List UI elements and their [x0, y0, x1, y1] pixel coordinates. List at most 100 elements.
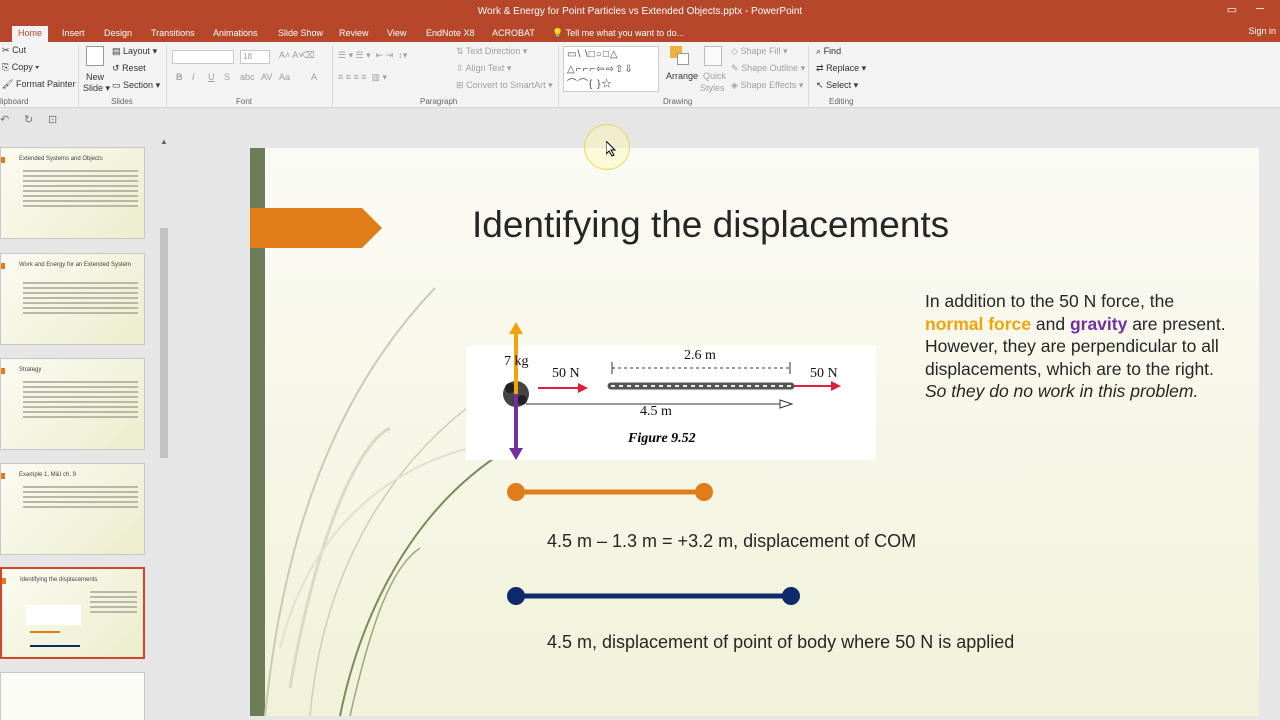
- start-slideshow-icon[interactable]: ⊡: [48, 113, 57, 126]
- figure-caption: Figure 9.52: [628, 431, 696, 446]
- font-color-icon[interactable]: A: [311, 72, 317, 82]
- divider: [808, 46, 809, 106]
- ribbon-display-icon[interactable]: ▭: [1222, 3, 1242, 19]
- font-size-combo[interactable]: 18: [240, 50, 270, 64]
- thumb-line-blue: [30, 645, 80, 647]
- thumbnail-scrollbar[interactable]: ▲: [158, 135, 170, 720]
- new-slide-label[interactable]: New: [86, 72, 104, 82]
- thumb-text-lines: [23, 170, 138, 210]
- slide-thumbnail[interactable]: Extended Systems and Objects: [0, 147, 145, 239]
- quick-styles-icon[interactable]: [704, 46, 722, 66]
- slide-canvas[interactable]: Identifying the displacements In additio…: [250, 148, 1259, 716]
- tab-home[interactable]: Home: [12, 26, 49, 42]
- tab-slide-show[interactable]: Slide Show: [272, 26, 329, 42]
- scroll-up-icon[interactable]: ▲: [160, 137, 168, 146]
- copy-label: Copy: [11, 62, 33, 72]
- align-icons[interactable]: ≡ ≡ ≡ ≡ ▥ ▾: [338, 72, 387, 83]
- thumb-accent: [1, 157, 5, 163]
- slide-thumbnail[interactable]: [0, 672, 145, 720]
- format-painter-button[interactable]: 🖌 Format Painter: [2, 79, 75, 90]
- thumb-title: Strategy: [19, 367, 42, 373]
- editing-group-label: Editing: [829, 97, 854, 106]
- arrange-label[interactable]: Arrange: [666, 71, 698, 81]
- section-label: Section: [123, 80, 154, 90]
- find-button[interactable]: ⌕ Find: [816, 46, 841, 57]
- tab-view[interactable]: View: [381, 26, 412, 42]
- bullets-icon[interactable]: ☰ ▾ ☰ ▾ ⇤ ⇥ ↕▾: [338, 50, 407, 61]
- slide-word: Slide: [83, 83, 104, 93]
- com-displacement-text[interactable]: 4.5 m – 1.3 m = +3.2 m, displacement of …: [547, 531, 916, 552]
- slide-title[interactable]: Identifying the displacements: [472, 204, 949, 246]
- thumb-title: Extended Systems and Objects: [19, 156, 103, 162]
- find-label: Find: [823, 46, 842, 56]
- tab-transitions[interactable]: Transitions: [145, 26, 201, 42]
- point-displacement-line[interactable]: [506, 585, 806, 607]
- cut-button[interactable]: ✂ Cut: [2, 45, 26, 56]
- divider: [332, 46, 333, 106]
- tab-insert[interactable]: Insert: [56, 26, 91, 42]
- force-left-label: 50 N: [552, 366, 580, 381]
- char-spacing-icon[interactable]: AV: [261, 72, 272, 82]
- italic-icon[interactable]: I: [192, 72, 195, 82]
- select-button[interactable]: ↖ Select ▾: [816, 80, 858, 91]
- new-slide-label-2[interactable]: Slide ▾: [83, 83, 110, 94]
- thumb-text-lines: [23, 381, 138, 421]
- shape-effects-button[interactable]: ◈ Shape Effects ▾: [731, 80, 803, 91]
- shadow-icon[interactable]: S: [224, 72, 230, 82]
- undo-icon[interactable]: ↶: [0, 113, 9, 126]
- reset-button[interactable]: ↺ Reset: [112, 63, 146, 74]
- tell-me-box[interactable]: 💡 Tell me what you want to do...: [546, 26, 690, 42]
- tab-review[interactable]: Review: [333, 26, 375, 42]
- convert-smartart-button[interactable]: ⊞ Convert to SmartArt ▾: [456, 80, 553, 91]
- section-button[interactable]: ▭ Section ▾: [112, 80, 160, 91]
- chain-length-label: 2.6 m: [684, 348, 716, 363]
- shape-outline-button[interactable]: ✎ Shape Outline ▾: [731, 63, 805, 74]
- slide-thumbnail-active[interactable]: Identifying the displacements: [0, 567, 145, 659]
- grow-font-icon[interactable]: A˄ A˅: [279, 50, 304, 60]
- font-name-combo[interactable]: [172, 50, 234, 64]
- mouse-cursor-icon: [606, 141, 617, 157]
- figure-9-52[interactable]: 7 kg 50 N 2.6 m 50 N 4.5 m Figure 9.52: [466, 346, 876, 460]
- lightbulb-icon: 💡: [552, 28, 564, 38]
- slide-body-text[interactable]: In addition to the 50 N force, the norma…: [925, 290, 1235, 403]
- layout-icon: ▤: [112, 46, 121, 56]
- reset-icon: ↺: [112, 63, 120, 73]
- text-direction-icon: ⇅: [456, 46, 464, 56]
- tab-acrobat[interactable]: ACROBAT: [486, 26, 541, 42]
- strikethrough-icon[interactable]: abc: [240, 72, 255, 82]
- tab-design[interactable]: Design: [98, 26, 138, 42]
- replace-button[interactable]: ⇄ Replace ▾: [816, 63, 866, 74]
- clear-format-icon[interactable]: ⌫: [302, 50, 315, 61]
- replace-label: Replace: [826, 63, 860, 73]
- scrollbar-thumb[interactable]: [160, 228, 168, 458]
- shape-fill-button[interactable]: ◇ Shape Fill ▾: [731, 46, 788, 57]
- format-painter-label: Format Painter: [15, 79, 76, 89]
- tab-animations[interactable]: Animations: [207, 26, 264, 42]
- new-slide-icon[interactable]: [86, 46, 104, 66]
- align-text-button[interactable]: ⇳ Align Text ▾: [456, 63, 511, 74]
- point-displacement-text[interactable]: 4.5 m, displacement of point of body whe…: [547, 632, 1014, 653]
- arrange-icon[interactable]: [670, 46, 690, 66]
- com-displacement-line[interactable]: [506, 481, 716, 503]
- tell-me-text: Tell me what you want to do...: [565, 28, 685, 38]
- redo-icon[interactable]: ↻: [24, 113, 33, 126]
- layout-button[interactable]: ▤ Layout ▾: [112, 46, 157, 57]
- styles-label[interactable]: Styles: [700, 83, 725, 93]
- slide-thumbnail[interactable]: Work and Energy for an Extended System: [0, 253, 145, 345]
- body-italic-text: So they do no work in this problem.: [925, 381, 1199, 402]
- shape-outline-label: Shape Outline: [741, 63, 799, 73]
- underline-icon[interactable]: U: [208, 72, 215, 82]
- font-group-label: Font: [236, 97, 253, 106]
- slide-thumbnail[interactable]: Example 1, M&I ch. 9: [0, 463, 145, 555]
- shapes-gallery[interactable]: ▭\ \□○□△ △⌐⌐⌐⇦⇨⇧⇩ ⌒⌒{ }☆: [563, 46, 659, 92]
- change-case-icon[interactable]: Aa: [279, 72, 290, 82]
- sign-in-link[interactable]: Sign in: [1248, 26, 1276, 36]
- bold-icon[interactable]: B: [176, 72, 183, 82]
- quick-label[interactable]: Quick: [703, 71, 726, 81]
- copy-button[interactable]: ⎘ Copy ▾: [2, 62, 39, 73]
- shape-fill-label: Shape Fill: [740, 46, 781, 56]
- tab-endnote[interactable]: EndNote X8: [420, 26, 481, 42]
- slide-thumbnail[interactable]: Strategy: [0, 358, 145, 450]
- minimize-icon[interactable]: ─: [1250, 3, 1270, 19]
- text-direction-button[interactable]: ⇅ Text Direction ▾: [456, 46, 527, 57]
